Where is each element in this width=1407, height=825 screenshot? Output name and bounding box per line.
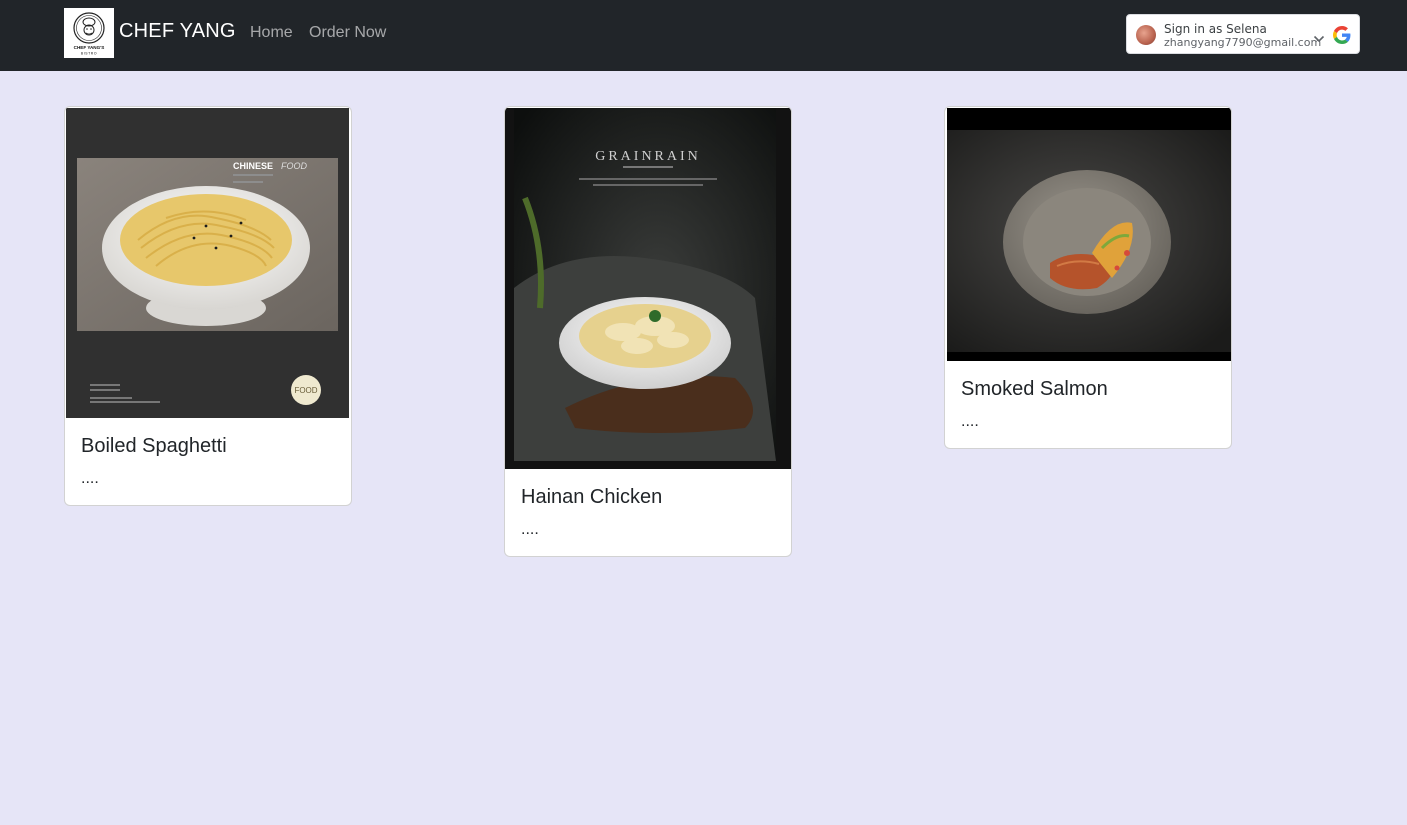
dish-image-boiled-spaghetti: CHINESE FOOD FOOD [66, 108, 349, 418]
chevron-down-icon[interactable] [1313, 35, 1325, 43]
dish-image-smoked-salmon [947, 108, 1231, 361]
card-text: .... [521, 521, 539, 538]
google-logo-icon [1333, 26, 1351, 44]
image-heading-italic: FOOD [281, 161, 307, 171]
user-avatar [1136, 25, 1156, 45]
brand-name[interactable]: CHEF YANG [119, 20, 236, 43]
menu-card-boiled-spaghetti[interactable]: CHINESE FOOD FOOD Boiled Spaghetti .... [64, 106, 352, 506]
card-title: Smoked Salmon [961, 378, 1108, 400]
brand-logo[interactable]: CHEF YANG'S BISTRO [64, 8, 114, 58]
menu-card-smoked-salmon[interactable]: Smoked Salmon .... [944, 106, 1232, 449]
nav-home-link[interactable]: Home [250, 24, 293, 42]
logo-line2: BISTRO [81, 52, 97, 56]
card-text: .... [961, 413, 979, 430]
menu-card-hainan-chicken[interactable]: GRAINRAIN Hainan Chicken .... [504, 106, 792, 557]
image-heading: CHINESE [233, 161, 273, 171]
logo-line1: CHEF YANG'S [74, 45, 105, 50]
navbar: CHEF YANG'S BISTRO CHEF YANG Home Order … [0, 0, 1407, 71]
card-title: Hainan Chicken [521, 486, 663, 508]
nav-order-now-link[interactable]: Order Now [309, 24, 386, 42]
image-heading: GRAINRAIN [595, 149, 701, 164]
google-signin-button[interactable]: Sign in as Selena zhangyang7790@gmail.co… [1126, 14, 1360, 54]
dish-image-hainan-chicken: GRAINRAIN [505, 108, 791, 469]
card-title: Boiled Spaghetti [81, 435, 227, 457]
bistro-logo-icon: CHEF YANG'S BISTRO [64, 8, 114, 58]
signin-title: Sign in as Selena [1164, 22, 1267, 36]
signin-email: zhangyang7790@gmail.com [1164, 36, 1322, 49]
card-text: .... [81, 470, 99, 487]
image-badge: FOOD [294, 386, 317, 395]
